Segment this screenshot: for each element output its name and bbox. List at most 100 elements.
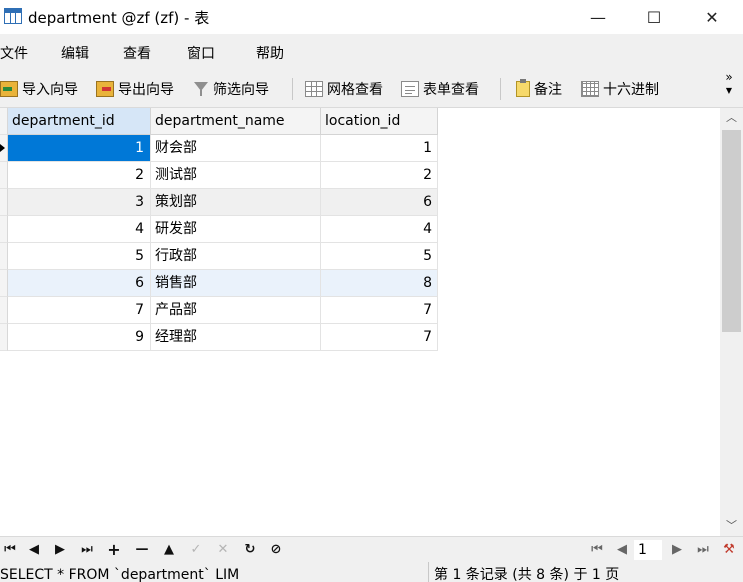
- last-page-icon[interactable]: ⏭: [693, 540, 713, 560]
- form-view-label: 表单查看: [423, 82, 479, 98]
- menu-edit[interactable]: 编辑: [61, 43, 89, 63]
- cell-location-id[interactable]: 4: [321, 216, 438, 243]
- cell-department-id[interactable]: 9: [8, 324, 151, 351]
- last-record-icon[interactable]: ⏭: [77, 540, 97, 560]
- cell-location-id[interactable]: 2: [321, 162, 438, 189]
- move-up-icon[interactable]: ▲: [159, 540, 179, 560]
- cell-department-id[interactable]: 2: [8, 162, 151, 189]
- maximize-button[interactable]: ☐: [631, 0, 677, 34]
- row-indicator[interactable]: [0, 216, 8, 243]
- minimize-button[interactable]: —: [575, 0, 621, 34]
- cell-department-name[interactable]: 经理部: [151, 324, 321, 351]
- row-header-corner: [0, 108, 8, 135]
- row-indicator[interactable]: [0, 297, 8, 324]
- page-number-input[interactable]: 1: [634, 540, 662, 560]
- cell-department-name[interactable]: 产品部: [151, 297, 321, 324]
- cell-department-name[interactable]: 行政部: [151, 243, 321, 270]
- menu-view[interactable]: 查看: [123, 43, 151, 63]
- memo-icon: [516, 79, 530, 97]
- cell-department-id[interactable]: 6: [8, 270, 151, 297]
- grid-icon: [305, 81, 323, 97]
- refresh-icon[interactable]: ↻: [240, 540, 260, 560]
- discard-changes-icon[interactable]: ✕: [213, 540, 233, 560]
- table-row[interactable]: 1 财会部 1: [0, 135, 438, 162]
- cell-department-name[interactable]: 策划部: [151, 189, 321, 216]
- next-record-icon[interactable]: ▶: [50, 540, 70, 560]
- title-bar: department @zf (zf) - 表 — ☐ ✕: [0, 0, 743, 34]
- table-row[interactable]: 9 经理部 7: [0, 324, 438, 351]
- menu-window[interactable]: 窗口: [187, 43, 215, 63]
- current-row-arrow-icon: [0, 144, 5, 152]
- previous-record-icon[interactable]: ◀: [24, 540, 44, 560]
- import-icon: [0, 81, 18, 97]
- cell-location-id[interactable]: 7: [321, 324, 438, 351]
- column-header-department-id[interactable]: department_id: [8, 108, 151, 135]
- delete-record-icon[interactable]: —: [132, 540, 152, 560]
- export-wizard-button[interactable]: 导出向导: [96, 78, 174, 100]
- stop-icon[interactable]: ⊘: [266, 540, 286, 560]
- first-page-icon[interactable]: ⏮: [587, 540, 607, 560]
- next-page-icon[interactable]: ▶: [667, 540, 687, 560]
- cell-department-name[interactable]: 财会部: [151, 135, 321, 162]
- first-record-icon[interactable]: ⏮: [0, 540, 20, 560]
- cell-department-id[interactable]: 5: [8, 243, 151, 270]
- toolbar-overflow-button[interactable]: » ▼: [722, 70, 736, 96]
- menu-help[interactable]: 帮助: [256, 43, 284, 63]
- row-indicator[interactable]: [0, 270, 8, 297]
- row-indicator[interactable]: [0, 162, 8, 189]
- cell-location-id[interactable]: 6: [321, 189, 438, 216]
- table-row[interactable]: 4 研发部 4: [0, 216, 438, 243]
- import-wizard-label: 导入向导: [22, 82, 78, 98]
- scroll-down-icon[interactable]: ﹀: [720, 516, 743, 536]
- previous-page-icon[interactable]: ◀: [612, 540, 632, 560]
- menu-file[interactable]: 文件: [0, 43, 28, 63]
- scroll-up-icon[interactable]: ︿: [720, 108, 743, 128]
- column-header-department-name[interactable]: department_name: [151, 108, 321, 135]
- cell-department-id[interactable]: 1: [8, 135, 151, 162]
- hex-icon: [581, 81, 599, 97]
- table-row[interactable]: 7 产品部 7: [0, 297, 438, 324]
- export-wizard-label: 导出向导: [118, 82, 174, 98]
- cell-department-id[interactable]: 3: [8, 189, 151, 216]
- cell-location-id[interactable]: 8: [321, 270, 438, 297]
- cell-department-name[interactable]: 研发部: [151, 216, 321, 243]
- apply-changes-icon[interactable]: ✓: [186, 540, 206, 560]
- cell-department-name[interactable]: 销售部: [151, 270, 321, 297]
- menu-bar: 文件 编辑 查看 窗口 帮助: [0, 34, 743, 70]
- filter-wizard-button[interactable]: 筛选向导: [193, 78, 269, 100]
- cell-location-id[interactable]: 7: [321, 297, 438, 324]
- status-sql-query: SELECT * FROM `department` LIMIT: [0, 567, 240, 582]
- table-row[interactable]: 3 策划部 6: [0, 189, 438, 216]
- settings-tools-icon[interactable]: ⚒: [719, 540, 739, 560]
- cell-department-name[interactable]: 测试部: [151, 162, 321, 189]
- vertical-scrollbar[interactable]: ︿ ﹀: [720, 108, 743, 536]
- grid-view-button[interactable]: 网格查看: [305, 78, 383, 100]
- chevron-double-right-icon: »: [725, 70, 733, 84]
- import-wizard-button[interactable]: 导入向导: [0, 78, 78, 100]
- cell-department-id[interactable]: 4: [8, 216, 151, 243]
- row-indicator[interactable]: [0, 135, 8, 162]
- toolbar: 导入向导 导出向导 筛选向导 网格查看 表单查看 备注 十六进制: [0, 70, 743, 108]
- cell-location-id[interactable]: 5: [321, 243, 438, 270]
- form-icon: [401, 81, 419, 97]
- close-button[interactable]: ✕: [689, 0, 735, 34]
- table-row[interactable]: 2 测试部 2: [0, 162, 438, 189]
- table-row[interactable]: 6 销售部 8: [0, 270, 438, 297]
- row-indicator[interactable]: [0, 324, 8, 351]
- chevron-down-icon: ▼: [725, 86, 733, 95]
- status-bar: SELECT * FROM `department` LIMIT 第 1 条记录…: [0, 562, 743, 582]
- column-header-location-id[interactable]: location_id: [321, 108, 438, 135]
- scrollbar-thumb[interactable]: [722, 130, 741, 332]
- hex-button[interactable]: 十六进制: [581, 78, 659, 100]
- memo-button[interactable]: 备注: [516, 78, 562, 100]
- hex-label: 十六进制: [603, 82, 659, 98]
- cell-location-id[interactable]: 1: [321, 135, 438, 162]
- row-indicator[interactable]: [0, 189, 8, 216]
- cell-department-id[interactable]: 7: [8, 297, 151, 324]
- export-icon: [96, 81, 114, 97]
- form-view-button[interactable]: 表单查看: [401, 78, 479, 100]
- table-row[interactable]: 5 行政部 5: [0, 243, 438, 270]
- status-divider: [428, 562, 429, 582]
- row-indicator[interactable]: [0, 243, 8, 270]
- add-record-icon[interactable]: +: [104, 540, 124, 560]
